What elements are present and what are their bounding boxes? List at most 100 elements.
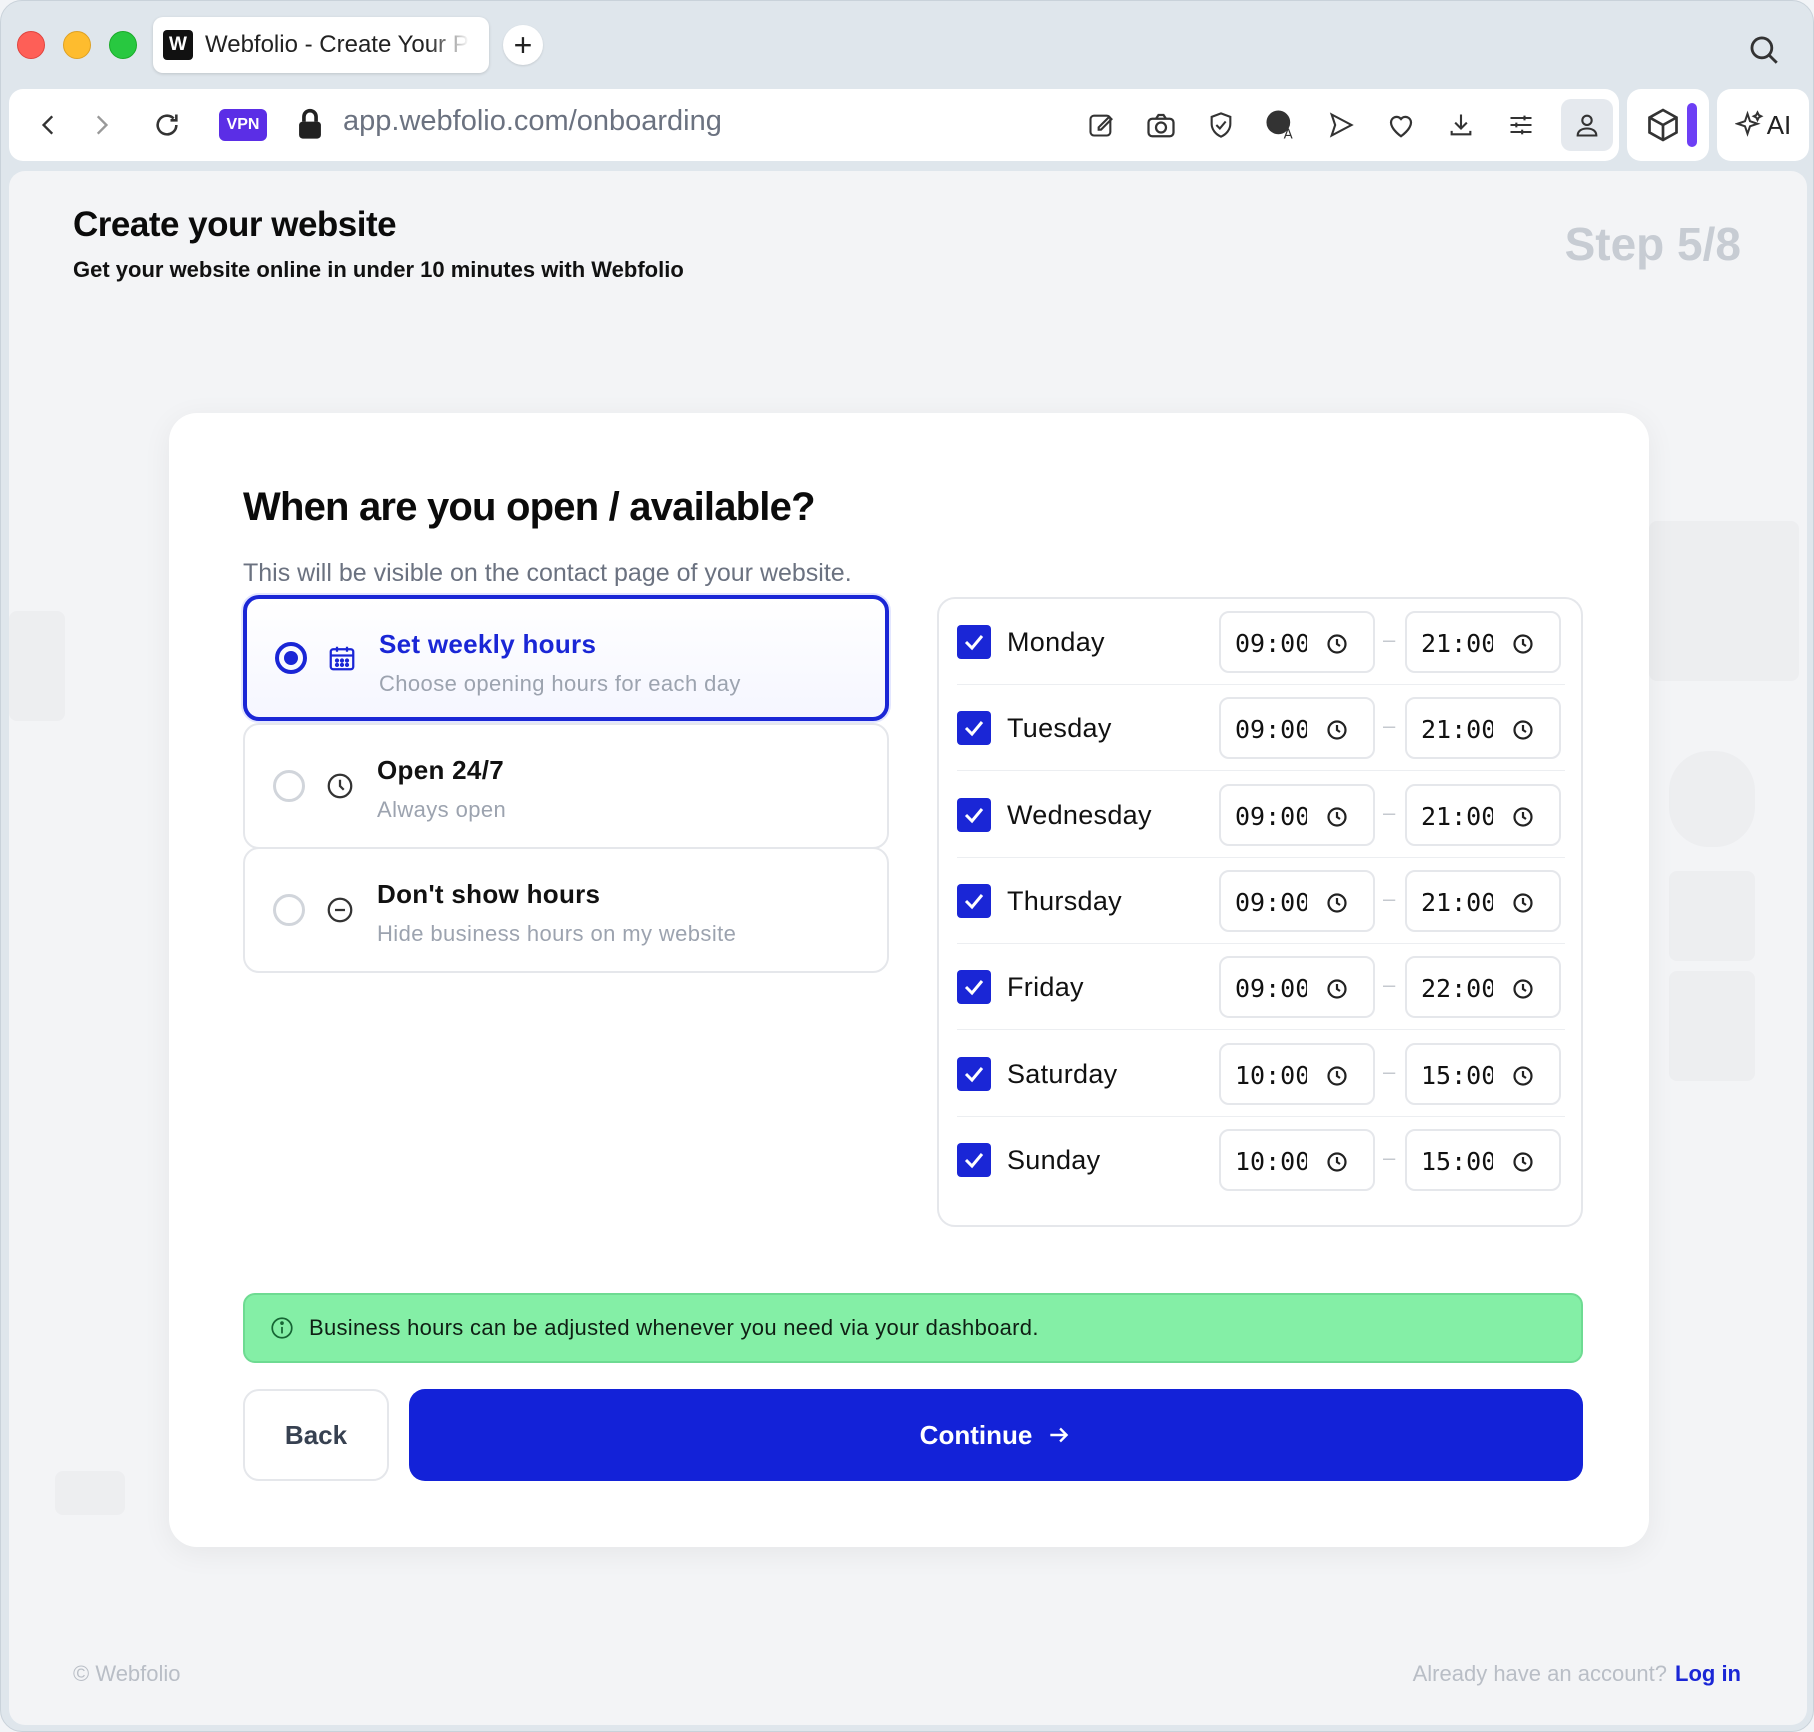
close-time-input[interactable]: 21:00 [1405,783,1561,846]
day-checkbox[interactable] [957,883,991,918]
url-field[interactable]: app.webfolio.com/onboarding [343,105,722,138]
day-name: Monday [1007,627,1105,657]
radio-dont-show-hours[interactable] [273,894,305,926]
calendar-icon [329,646,355,671]
open-time-value: 09:00 [1235,629,1307,658]
option-dont-show-hours[interactable]: Don't show hours Hide business hours on … [243,847,889,973]
minimize-window-button[interactable] [63,31,91,59]
close-time-input[interactable]: 15:00 [1405,1042,1561,1105]
favorite-button[interactable] [1383,107,1419,143]
close-time-input[interactable]: 21:00 [1405,611,1561,673]
edit-button[interactable] [1083,107,1119,143]
open-time-input[interactable]: 09:00 [1219,956,1375,1019]
day-name: Saturday [1007,1058,1118,1089]
background-ghost [1669,971,1755,1081]
page-viewport: Create your website Get your website onl… [9,171,1807,1725]
checkmark-icon [964,807,984,823]
open-time-input[interactable]: 09:00 [1219,869,1375,932]
hours-row-wednesday: Wednesday 09:00 –21:00 [957,772,1565,858]
radio-open-24-7[interactable] [273,770,305,802]
day-checkbox[interactable] [957,711,991,746]
new-tab-button[interactable]: + [503,25,543,65]
option-weekly-hours[interactable]: Set weekly hours Choose opening hours fo… [243,595,889,721]
profile-icon [1576,114,1598,137]
background-ghost [55,1471,125,1515]
option-description: Hide business hours on my website [377,921,737,946]
edit-icon [1089,114,1113,137]
send-button[interactable] [1323,107,1359,143]
open-time-input[interactable]: 10:00 [1219,1128,1375,1191]
download-icon [1450,114,1472,136]
clock-icon[interactable] [1511,1150,1535,1174]
day-name: Sunday [1007,1144,1101,1175]
checkmark-icon [964,635,984,651]
open-time-input[interactable]: 09:00 [1219,783,1375,846]
clock-icon[interactable] [1325,1150,1349,1174]
hours-row-sunday: Sunday 10:00 –15:00 [957,1117,1565,1203]
close-window-button[interactable] [17,31,45,59]
screenshot-button[interactable] [1143,107,1179,143]
background-ghost [1669,871,1755,961]
clock-icon[interactable] [1511,718,1535,742]
checkmark-icon [964,721,984,737]
reload-button[interactable] [149,107,185,143]
cube-icon[interactable] [1645,107,1681,143]
clock-icon[interactable] [1325,632,1349,656]
day-checkbox[interactable] [957,1056,991,1091]
profile-button[interactable] [1561,99,1613,151]
hours-row-thursday: Thursday 09:00 –21:00 [957,858,1565,944]
search-icon[interactable] [1747,33,1781,67]
background-ghost [9,611,65,721]
checkmark-icon [964,980,984,996]
download-button[interactable] [1443,107,1479,143]
open-time-input[interactable]: 09:00 [1219,697,1375,760]
time-separator: – [1383,799,1396,825]
settings-button[interactable] [1503,107,1539,143]
login-link[interactable]: Log in [1675,1661,1741,1686]
clock-icon[interactable] [1511,805,1535,829]
close-time-input[interactable]: 21:00 [1405,869,1561,932]
tab-bar: W Webfolio - Create Your P + [1,1,1813,89]
clock-icon[interactable] [1325,718,1349,742]
day-name: Tuesday [1007,713,1112,744]
day-checkbox[interactable] [957,625,991,659]
clock-icon[interactable] [1511,891,1535,915]
clock-icon[interactable] [1325,891,1349,915]
onboarding-card: When are you open / available? This will… [169,413,1649,1547]
ai-button[interactable]: AI [1717,89,1809,161]
continue-label: Continue [919,1419,1033,1450]
close-time-input[interactable]: 22:00 [1405,956,1561,1019]
clock-icon[interactable] [1511,977,1535,1001]
open-time-input[interactable]: 10:00 [1219,1042,1375,1105]
clock-icon[interactable] [1325,977,1349,1001]
arrow-right-icon [1050,1427,1069,1443]
open-time-value: 10:00 [1235,1146,1307,1176]
clock-icon[interactable] [1511,1064,1535,1088]
background-ghost [1649,521,1799,681]
svg-text:A: A [1284,127,1293,141]
forward-nav-button[interactable] [83,107,119,143]
close-time-value: 21:00 [1421,801,1493,831]
tab-webfolio[interactable]: W Webfolio - Create Your P [153,17,489,73]
day-checkbox[interactable] [957,797,991,832]
day-checkbox[interactable] [957,1142,991,1177]
close-time-input[interactable]: 15:00 [1405,1128,1561,1191]
option-title: Don't show hours [377,879,601,909]
option-open-24-7[interactable]: Open 24/7 Always open [243,723,889,849]
clock-icon[interactable] [1325,805,1349,829]
continue-button[interactable]: Continue [409,1389,1583,1481]
sidebar-toggle[interactable] [1687,103,1697,147]
shield-button[interactable] [1203,107,1239,143]
radio-weekly-hours[interactable] [275,642,307,674]
open-time-input[interactable]: 09:00 [1219,611,1375,673]
day-checkbox[interactable] [957,970,991,1005]
back-nav-button[interactable] [31,107,67,143]
clock-icon[interactable] [1325,1064,1349,1088]
back-button[interactable]: Back [243,1389,389,1481]
vpn-badge[interactable]: VPN [219,109,267,141]
clock-icon[interactable] [1511,632,1535,656]
maximize-window-button[interactable] [109,31,137,59]
close-time-input[interactable]: 21:00 [1405,697,1561,760]
translate-button[interactable]: A [1263,107,1299,143]
background-ghost [1669,751,1755,847]
